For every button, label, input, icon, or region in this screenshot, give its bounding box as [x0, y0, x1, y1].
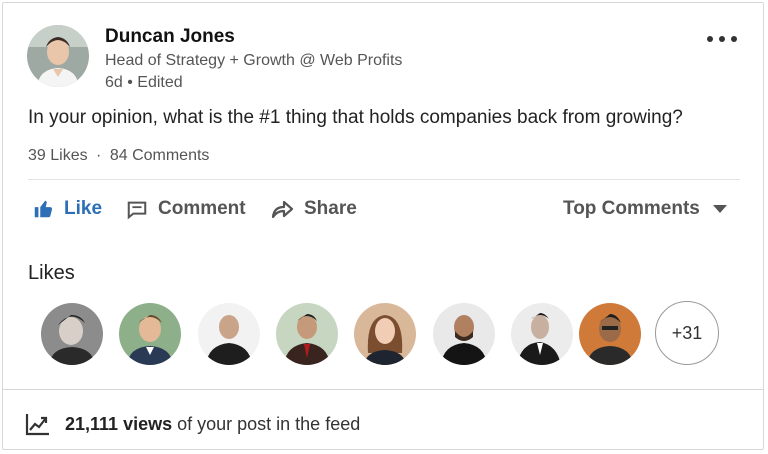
likers-row: +31 — [41, 301, 731, 367]
analytics-icon — [25, 414, 49, 436]
post-text: In your opinion, what is the #1 thing th… — [28, 107, 683, 128]
views-count: 21,111 views — [65, 413, 173, 434]
like-button[interactable]: Like — [32, 193, 102, 225]
views-label: of your post in the feed — [172, 413, 361, 434]
action-bar: Like Comment Share Top Comments — [28, 193, 740, 225]
liker-avatar[interactable] — [198, 303, 260, 365]
post-views[interactable]: 21,111 views of your post in the feed — [25, 409, 360, 439]
post-timestamp: 6d • Edited — [105, 74, 183, 91]
liker-avatar[interactable] — [119, 303, 181, 365]
comment-sort-dropdown[interactable]: Top Comments — [563, 193, 728, 225]
share-icon — [271, 200, 294, 219]
likes-heading: Likes — [28, 262, 75, 284]
more-likers-button[interactable]: +31 — [655, 301, 719, 365]
liker-avatar[interactable] — [276, 303, 338, 365]
post-header: Duncan Jones Head of Strategy + Growth @… — [27, 25, 737, 91]
liker-avatar[interactable] — [511, 303, 573, 365]
author-headline: Head of Strategy + Growth @ Web Profits — [105, 52, 403, 69]
social-counts: 39 Likes · 84 Comments — [28, 147, 209, 165]
like-label: Like — [64, 198, 103, 219]
divider — [3, 389, 763, 390]
liker-avatar[interactable] — [41, 303, 103, 365]
comment-icon — [127, 201, 147, 220]
post-card: Duncan Jones Head of Strategy + Growth @… — [2, 2, 764, 450]
author-name[interactable]: Duncan Jones — [105, 26, 235, 48]
author-avatar[interactable] — [27, 25, 89, 87]
likes-count[interactable]: 39 Likes — [28, 147, 88, 164]
count-separator: · — [96, 147, 102, 164]
sort-label: Top Comments — [563, 198, 700, 219]
liker-avatar[interactable] — [579, 303, 641, 365]
share-label: Share — [304, 198, 357, 219]
liker-avatar[interactable] — [354, 303, 416, 365]
comment-label: Comment — [158, 198, 246, 219]
liker-avatar[interactable] — [433, 303, 495, 365]
comment-button[interactable]: Comment — [126, 193, 246, 225]
share-button[interactable]: Share — [270, 193, 357, 225]
thumbs-up-icon — [34, 200, 53, 218]
divider — [28, 179, 740, 180]
caret-down-icon — [712, 205, 727, 213]
more-icon[interactable] — [707, 31, 737, 47]
comments-count[interactable]: 84 Comments — [110, 147, 210, 164]
